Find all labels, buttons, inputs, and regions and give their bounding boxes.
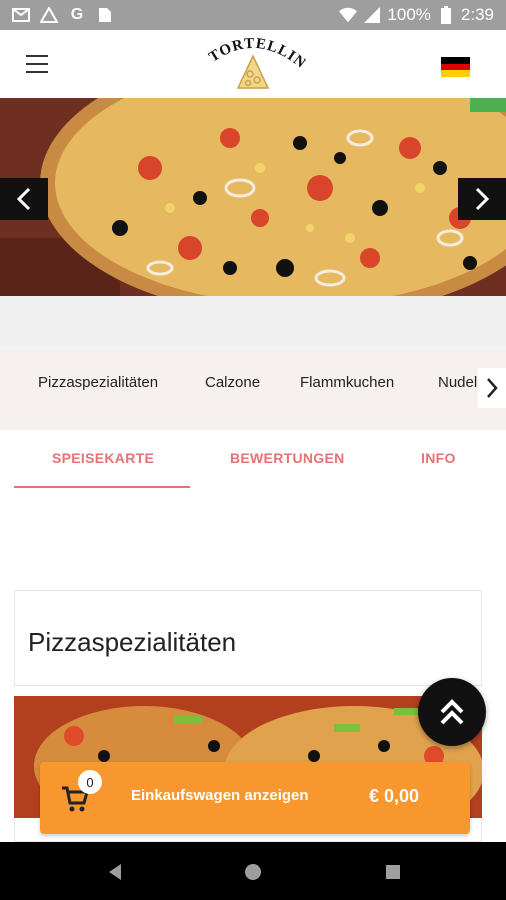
- recents-square-icon: [386, 865, 400, 879]
- cart-total: € 0,00: [369, 786, 420, 806]
- sim-icon: [96, 7, 114, 23]
- slider-prev-button[interactable]: [0, 178, 48, 220]
- gmail-icon: [12, 7, 30, 23]
- recents-button[interactable]: [382, 861, 404, 883]
- cart-label: Einkaufswagen anzeigen: [131, 787, 309, 804]
- back-triangle-icon: [109, 864, 121, 880]
- scroll-to-top-button[interactable]: [418, 678, 486, 746]
- chevron-right-icon: [487, 378, 498, 398]
- drive-icon: [40, 7, 58, 23]
- hero-pizza-image: [0, 98, 506, 296]
- category-next-button[interactable]: [478, 368, 506, 408]
- signal-icon: [363, 7, 381, 23]
- double-chevron-up-icon: [440, 699, 464, 725]
- category-item-pizzaspezialitaeten[interactable]: Pizzaspezialitäten: [38, 374, 158, 391]
- section-title: Pizzaspezialitäten: [28, 627, 237, 657]
- slider-next-button[interactable]: [458, 178, 506, 220]
- home-button[interactable]: [242, 861, 264, 883]
- logo[interactable]: TORTELLINO: [194, 22, 308, 94]
- app-header: TORTELLINO: [0, 22, 506, 98]
- view-cart-button[interactable]: 0 Einkaufswagen anzeigen € 0,00: [40, 762, 470, 834]
- tab-info[interactable]: INFO: [421, 450, 456, 466]
- section-header-card: Pizzaspezialitäten: [14, 590, 482, 686]
- clock: 2:39: [460, 5, 494, 24]
- tab-bewertungen[interactable]: BEWERTUNGEN: [230, 450, 345, 466]
- active-tab-indicator: [14, 486, 190, 488]
- category-item-nudel[interactable]: Nudel: [438, 374, 477, 391]
- tab-speisekarte[interactable]: SPEISEKARTE: [52, 450, 154, 466]
- hero-slider: [0, 98, 506, 296]
- home-circle-icon: [245, 864, 261, 880]
- category-item-flammkuchen[interactable]: Flammkuchen: [300, 374, 394, 391]
- category-item-calzone[interactable]: Calzone: [205, 374, 260, 391]
- google-icon: G: [70, 6, 84, 23]
- battery-percent: 100%: [387, 5, 431, 24]
- back-button[interactable]: [104, 861, 126, 883]
- category-bar: Pizzaspezialitäten Calzone Flammkuchen N…: [0, 346, 506, 430]
- status-bar: G 100% 2:39: [0, 0, 506, 30]
- tab-bar: SPEISEKARTE BEWERTUNGEN INFO: [0, 430, 506, 490]
- german-flag-icon[interactable]: [441, 57, 470, 77]
- chevron-right-icon: [475, 187, 490, 211]
- system-nav-bar: [0, 842, 506, 900]
- wifi-icon: [339, 7, 358, 23]
- hamburger-icon[interactable]: [26, 55, 48, 73]
- hero-spacer: [0, 296, 506, 346]
- chevron-left-icon: [16, 187, 31, 211]
- cart-count-badge: 0: [78, 770, 102, 794]
- battery-icon: [437, 6, 455, 24]
